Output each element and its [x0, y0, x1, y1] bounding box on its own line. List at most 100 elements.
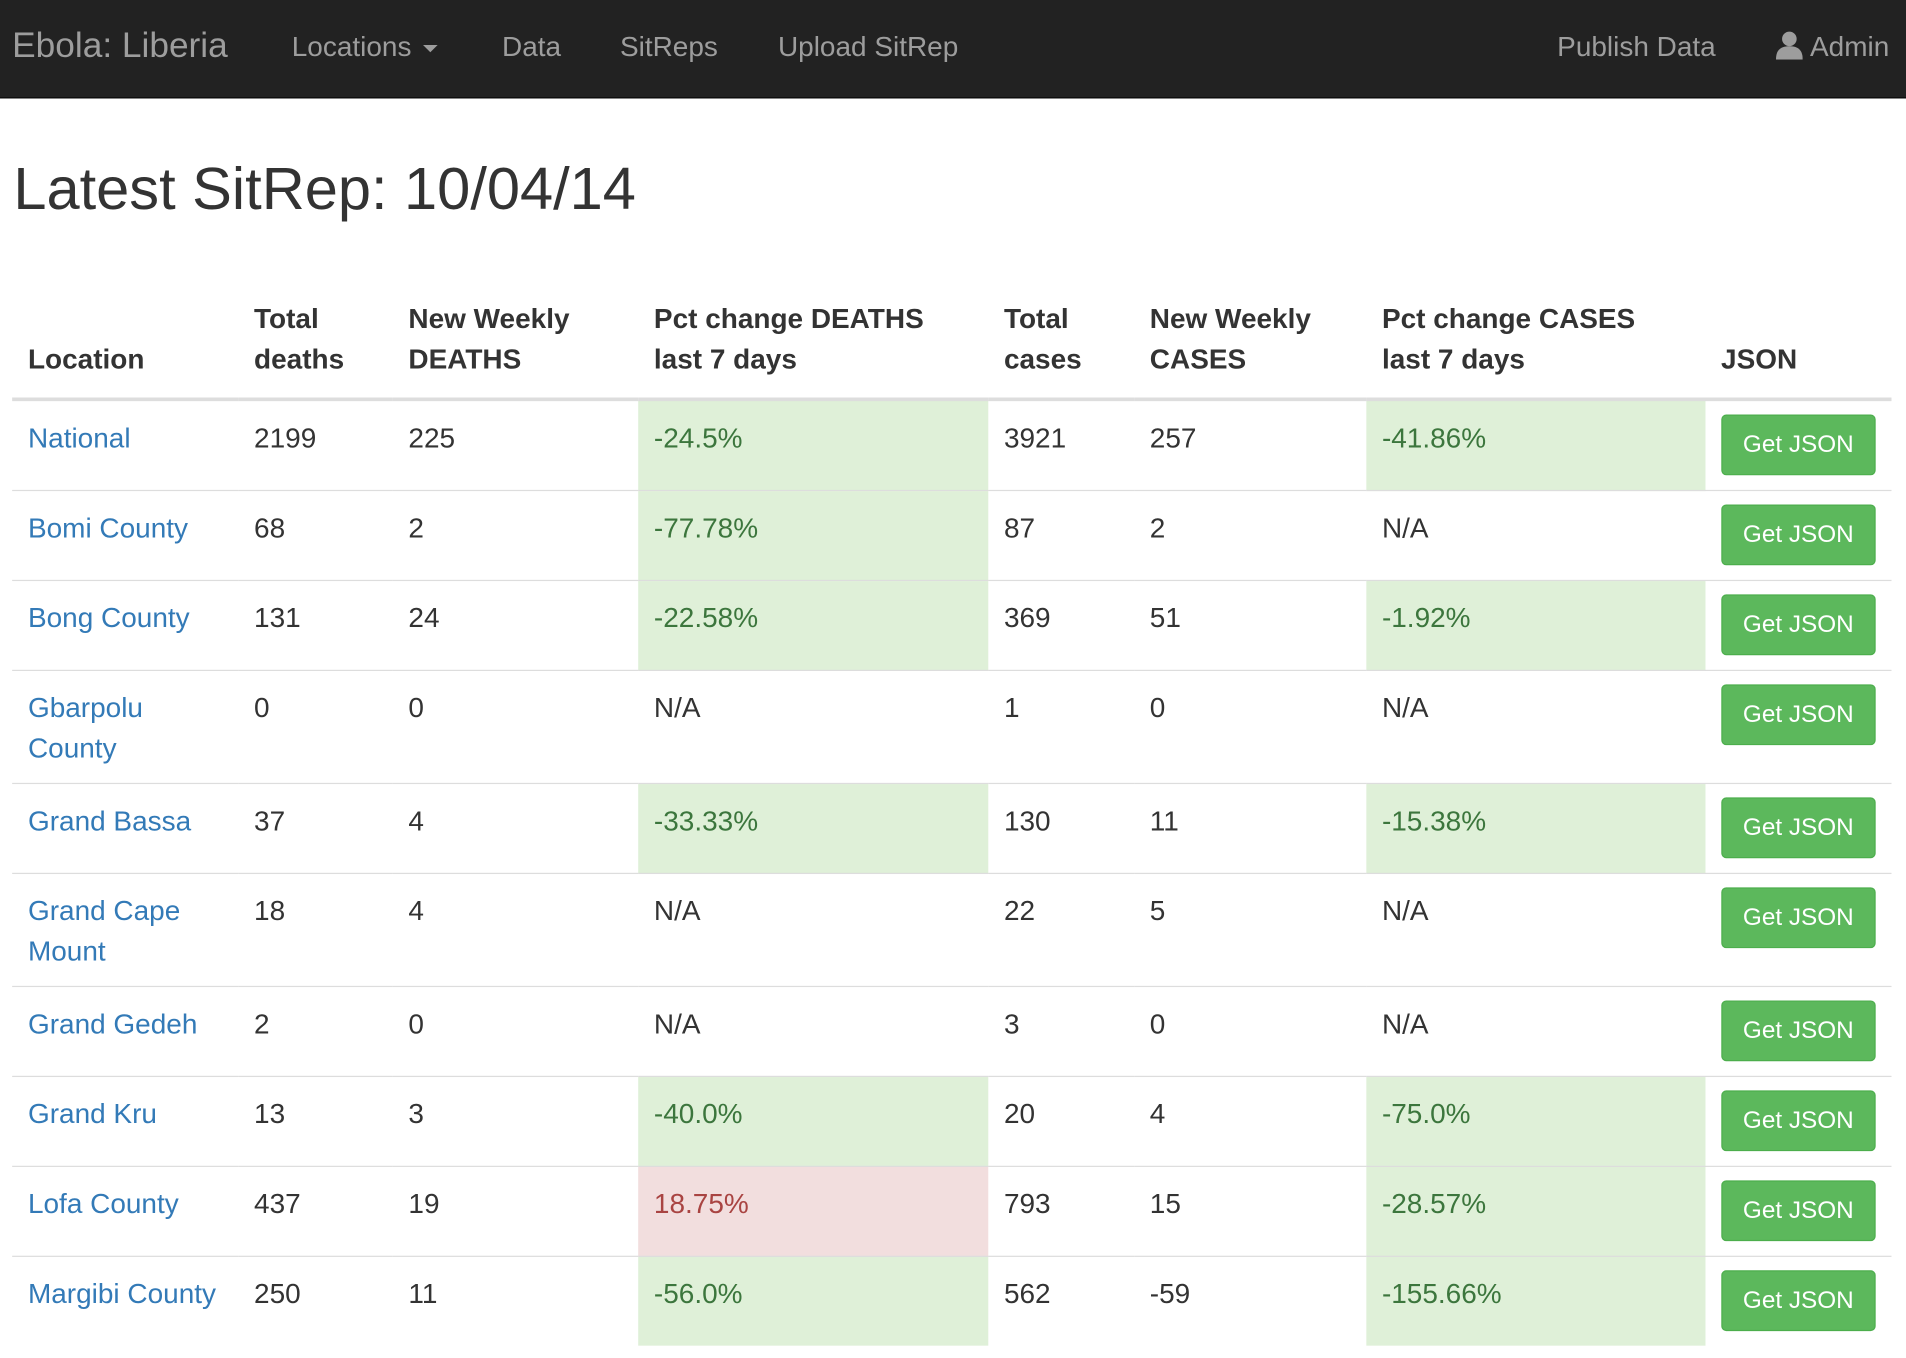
get-json-button[interactable]: Get JSON: [1721, 1090, 1876, 1152]
header-new-cases-line1: New Weekly: [1149, 302, 1311, 335]
cell-total-deaths: 131: [238, 579, 393, 671]
nav-admin-link[interactable]: Admin: [1775, 0, 1890, 94]
location-link[interactable]: Grand Cape Mount: [28, 895, 180, 967]
cell-pct-cases: -15.38%: [1366, 782, 1706, 874]
nav-sitreps-link[interactable]: SitReps: [620, 0, 718, 94]
location-link[interactable]: National: [28, 422, 131, 454]
nav-publish-data-link[interactable]: Publish Data: [1557, 0, 1716, 94]
cell-new-deaths: 0: [392, 669, 639, 784]
get-json-button[interactable]: Get JSON: [1721, 504, 1876, 566]
cell-new-cases: 2: [1134, 489, 1367, 581]
nav-locations-dropdown[interactable]: Locations: [291, 0, 439, 94]
header-location: Location: [12, 286, 239, 402]
location-link-text: County: [27, 731, 117, 764]
cell-json: Get JSON: [1705, 1075, 1892, 1167]
location-link[interactable]: Gbarpolu County: [28, 692, 143, 764]
cell-new-cases: 0: [1134, 669, 1367, 784]
cell-total-cases: 1: [988, 669, 1135, 784]
location-link[interactable]: Lofa County: [28, 1188, 179, 1220]
cell-json: Get JSON: [1705, 489, 1892, 581]
get-json-button[interactable]: Get JSON: [1721, 1180, 1876, 1242]
location-link-text: Grand Cape: [27, 894, 181, 927]
cell-new-cases: 11: [1134, 782, 1367, 874]
header-new-deaths: New Weekly DEATHS: [392, 286, 639, 402]
table-row: Bomi County 68 2 -77.78% 87 2 N/A Get JSON: [12, 489, 1892, 581]
cell-total-cases: 3: [988, 985, 1135, 1077]
cell-total-cases: 369: [988, 579, 1135, 671]
cell-new-cases: 15: [1134, 1165, 1367, 1257]
location-link[interactable]: Margibi County: [28, 1278, 216, 1310]
table-row: National 2199 225 -24.5% 3921 257 -41.86% Get J…: [12, 398, 1892, 491]
location-link-text: National: [27, 421, 131, 454]
cell-new-deaths: 2: [392, 489, 639, 581]
location-link-text: Bong County: [27, 601, 190, 634]
get-json-button[interactable]: Get JSON: [1721, 594, 1876, 656]
cell-new-cases: 257: [1134, 398, 1367, 491]
location-link[interactable]: Grand Gedeh: [28, 1008, 197, 1040]
cell-total-deaths: 2: [238, 985, 393, 1077]
location-link[interactable]: Grand Bassa: [28, 805, 191, 837]
cell-total-cases: 130: [988, 782, 1135, 874]
header-total-deaths-line2: deaths: [254, 342, 345, 375]
location-link[interactable]: Bomi County: [28, 512, 188, 544]
get-json-button[interactable]: Get JSON: [1721, 1270, 1876, 1332]
nav-locations-label: Locations: [291, 30, 412, 62]
location-link[interactable]: Grand Kru: [28, 1098, 157, 1130]
header-pct-deaths-line1: Pct change DEATHS: [653, 302, 924, 335]
get-json-button[interactable]: Get JSON: [1721, 797, 1876, 859]
cell-location: Bong County: [12, 579, 239, 671]
header-pct-cases: Pct change CASES last 7 days: [1366, 286, 1706, 402]
get-json-button[interactable]: Get JSON: [1721, 684, 1876, 746]
cell-new-deaths: 4: [392, 872, 639, 987]
get-json-button[interactable]: Get JSON: [1721, 414, 1876, 476]
cell-pct-deaths: N/A: [638, 669, 989, 784]
nav-admin-label: Admin: [1810, 30, 1890, 62]
location-link-text: Bomi County: [27, 511, 189, 544]
table-row: Bong County 131 24 -22.58% 369 51 -1.92% Get JS…: [12, 579, 1892, 671]
nav-data-link[interactable]: Data: [502, 0, 561, 94]
header-pct-cases-line2: last 7 days: [1381, 342, 1525, 375]
cell-json: Get JSON: [1705, 985, 1892, 1077]
cell-json: Get JSON: [1705, 872, 1892, 987]
cell-total-cases: 22: [988, 872, 1135, 987]
location-link[interactable]: Bong County: [28, 602, 190, 634]
cell-new-deaths: 4: [392, 782, 639, 874]
cell-new-cases: 0: [1134, 985, 1367, 1077]
cell-new-cases: 4: [1134, 1075, 1367, 1167]
nav-upload-sitrep-link[interactable]: Upload SitRep: [778, 0, 958, 94]
cell-location: Grand Gedeh: [12, 985, 239, 1077]
navbar: Ebola: Liberia Locations Data SitReps Up…: [0, 0, 1906, 99]
cell-total-cases: 793: [988, 1165, 1135, 1257]
table-row: Grand Kru 13 3 -40.0% 20 4 -75.0% Get JSON: [12, 1075, 1892, 1167]
header-total-cases: Total cases: [988, 286, 1135, 402]
cell-json: Get JSON: [1705, 782, 1892, 874]
page-title: Latest SitRep: 10/04/14: [13, 156, 636, 223]
location-link-text: Lofa County: [27, 1187, 179, 1220]
header-total-cases-line1: Total: [1003, 302, 1069, 335]
cell-total-deaths: 37: [238, 782, 393, 874]
location-link-text: Grand Gedeh: [27, 1007, 198, 1040]
cell-json: Get JSON: [1705, 1255, 1892, 1346]
cell-location: Gbarpolu County: [12, 669, 239, 784]
cell-pct-deaths: -56.0%: [638, 1255, 989, 1346]
cell-pct-deaths: N/A: [638, 872, 989, 987]
header-total-deaths-line1: Total: [254, 302, 319, 335]
get-json-button[interactable]: Get JSON: [1721, 887, 1876, 949]
cell-location: Bomi County: [12, 489, 239, 581]
brand-link[interactable]: Ebola: Liberia: [12, 0, 228, 92]
cell-total-cases: 3921: [988, 398, 1135, 491]
table-row: Grand Cape Mount 18 4 N/A 22 5 N/A Get JSON: [12, 872, 1892, 987]
cell-total-deaths: 13: [238, 1075, 393, 1167]
get-json-button[interactable]: Get JSON: [1721, 1000, 1876, 1062]
header-total-deaths: Total deaths: [238, 286, 393, 402]
cell-pct-cases: -1.92%: [1366, 579, 1706, 671]
header-row: Location Total deaths New Weekly DEATHS Pc…: [12, 286, 1892, 402]
location-link-text: Margibi County: [27, 1277, 216, 1310]
cell-pct-deaths: N/A: [638, 985, 989, 1077]
cell-json: Get JSON: [1705, 1165, 1892, 1257]
cell-json: Get JSON: [1705, 398, 1892, 491]
cell-pct-cases: -75.0%: [1366, 1075, 1706, 1167]
cell-pct-cases: N/A: [1366, 872, 1706, 987]
cell-pct-cases: N/A: [1366, 489, 1706, 581]
caret-down-icon: [423, 44, 439, 53]
